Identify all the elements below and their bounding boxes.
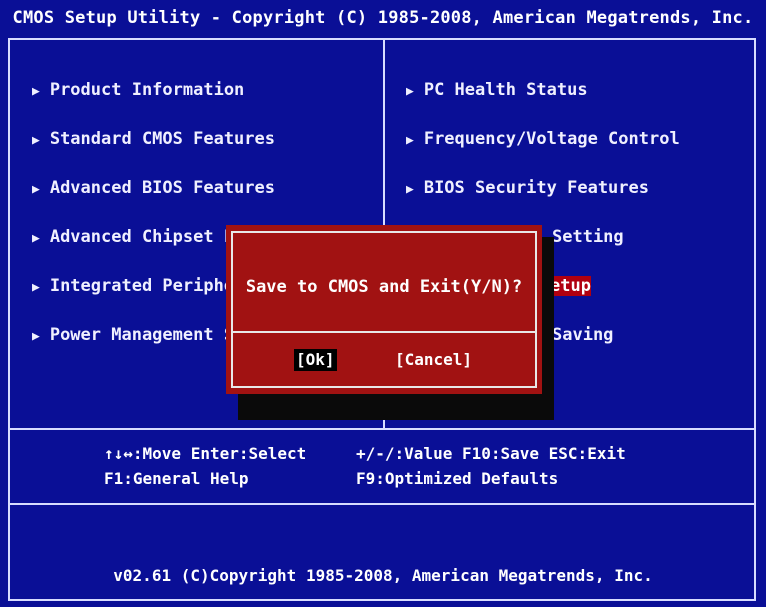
arrow-right-icon: ▶ [32, 182, 40, 197]
menu-item-standard-cmos-features[interactable]: ▶ Standard CMOS Features [32, 127, 275, 151]
help-general: F1:General Help [104, 469, 249, 488]
arrow-right-icon: ▶ [32, 84, 40, 99]
menu-item-label: Advanced Chipset F [49, 227, 235, 247]
arrow-right-icon: ▶ [32, 329, 40, 344]
cancel-button[interactable]: [Cancel] [393, 349, 474, 371]
dialog-message: Save to CMOS and Exit(Y/N)? [245, 277, 523, 297]
menu-item-label: Frequency/Voltage Control [423, 129, 680, 149]
menu-item-pc-health-status[interactable]: ▶ PC Health Status [406, 78, 588, 102]
help-navigation: ↑↓↔:Move Enter:Select [104, 444, 307, 463]
menu-item-label: etup [550, 276, 591, 296]
arrow-right-icon: ▶ [406, 84, 414, 99]
menu-item-power-management-setup[interactable]: ▶ Power Management S [32, 323, 234, 347]
window-title: CMOS Setup Utility - Copyright (C) 1985-… [0, 0, 766, 36]
dialog-separator [233, 331, 535, 333]
help-defaults: F9:Optimized Defaults [356, 469, 559, 488]
menu-item-label: Saving [552, 325, 614, 345]
menu-item-label: Integrated Periphe [49, 276, 235, 296]
dialog-border: Save to CMOS and Exit(Y/N)? [Ok] [Cancel… [231, 231, 537, 388]
menu-item-saving[interactable]: Saving [552, 323, 613, 347]
menu-item-label: Standard CMOS Features [49, 129, 275, 149]
menu-item-label: Power Management S [49, 325, 235, 345]
menu-item-label: Advanced BIOS Features [49, 178, 275, 198]
menu-item-advanced-chipset-features[interactable]: ▶ Advanced Chipset F [32, 225, 234, 249]
arrow-right-icon: ▶ [406, 133, 414, 148]
menu-item-advanced-bios-features[interactable]: ▶ Advanced BIOS Features [32, 176, 275, 200]
menu-item-setup-selected[interactable]: etup [550, 274, 591, 298]
menu-item-label: Product Information [49, 80, 245, 100]
ok-button[interactable]: [Ok] [294, 349, 337, 371]
menu-item-label: PC Health Status [423, 80, 588, 100]
menu-item-label: BIOS Security Features [423, 178, 649, 198]
menu-item-integrated-peripherals[interactable]: ▶ Integrated Periphe [32, 274, 234, 298]
help-divider [10, 428, 754, 430]
menu-item-frequency-voltage-control[interactable]: ▶ Frequency/Voltage Control [406, 127, 680, 151]
menu-item-setting[interactable]: Setting [552, 225, 624, 249]
arrow-right-icon: ▶ [32, 280, 40, 295]
footer-copyright: v02.61 (C)Copyright 1985-2008, American … [113, 566, 653, 585]
menu-item-label: Setting [552, 227, 624, 247]
save-exit-dialog: Save to CMOS and Exit(Y/N)? [Ok] [Cancel… [226, 225, 542, 394]
arrow-right-icon: ▶ [406, 182, 414, 197]
menu-item-bios-security-features[interactable]: ▶ BIOS Security Features [406, 176, 649, 200]
footer-divider [10, 503, 754, 505]
help-value-save-exit: +/-/:Value F10:Save ESC:Exit [356, 444, 626, 463]
menu-item-product-information[interactable]: ▶ Product Information [32, 78, 244, 102]
arrow-right-icon: ▶ [32, 231, 40, 246]
arrow-right-icon: ▶ [32, 133, 40, 148]
